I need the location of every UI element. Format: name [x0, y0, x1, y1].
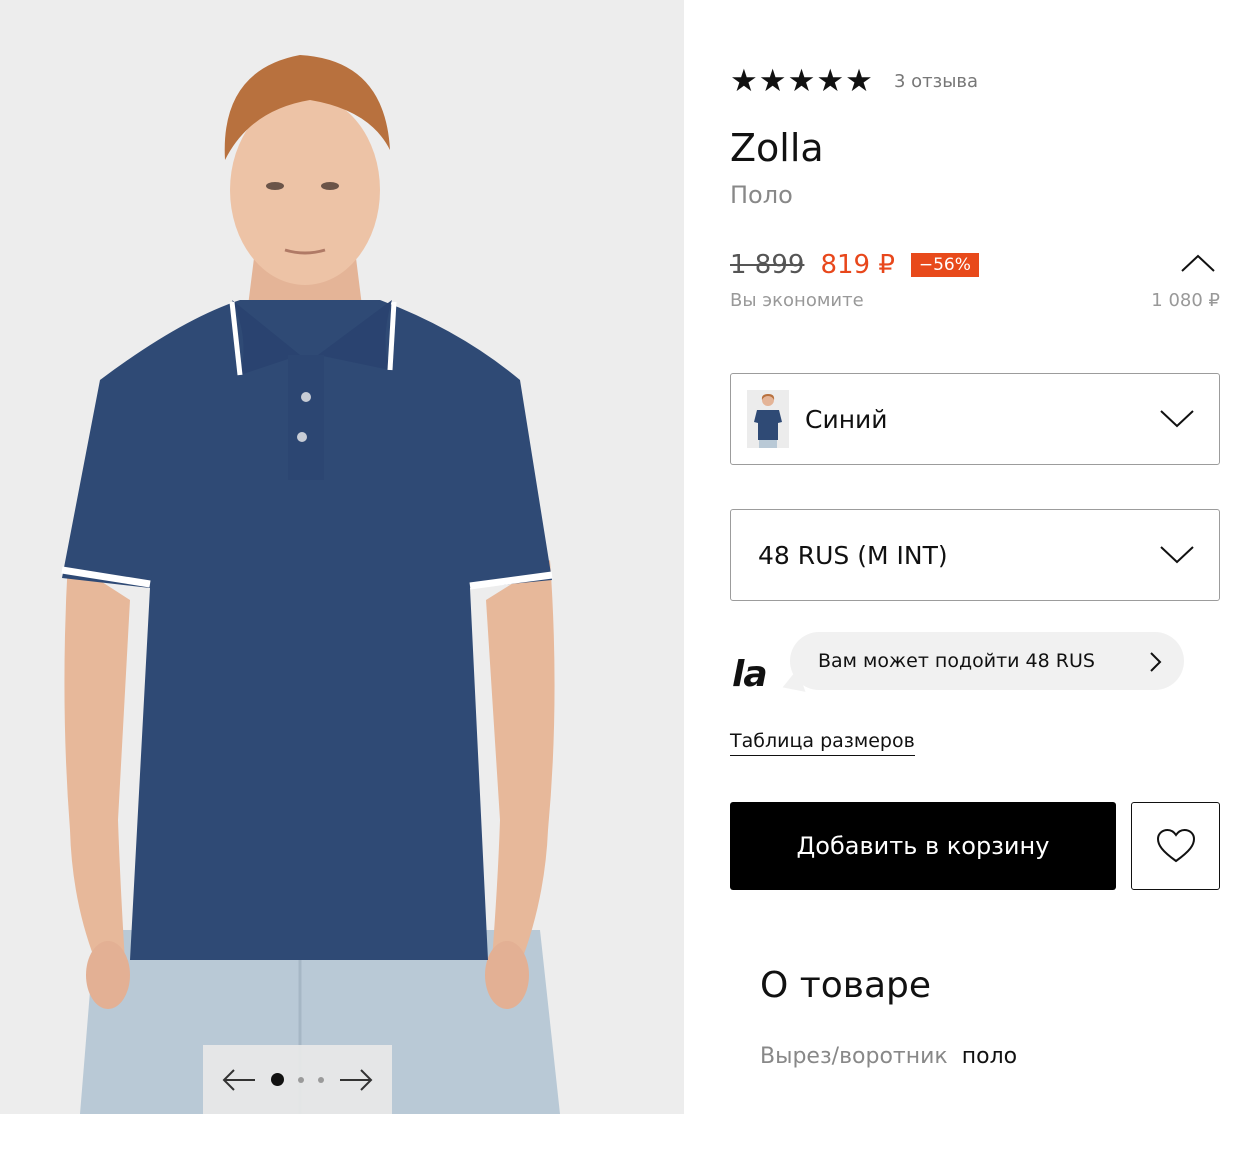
old-price: 1 899	[730, 250, 805, 280]
attribute-value: поло	[961, 1044, 1018, 1069]
product-category: Поло	[730, 181, 793, 209]
chevron-down-icon	[1160, 410, 1194, 428]
heart-icon	[1156, 828, 1195, 863]
price-row: 1 899 819 ₽ −56%	[730, 250, 979, 280]
size-suggestion-bubble[interactable]: Вам может подойти 48 RUS	[790, 632, 1184, 690]
chevron-up-icon[interactable]	[1180, 253, 1216, 273]
gallery-navigation	[203, 1045, 392, 1114]
chevron-right-icon	[1150, 652, 1162, 672]
savings-label: Вы экономите	[730, 290, 864, 311]
add-to-cart-button[interactable]: Добавить в корзину	[730, 802, 1116, 890]
fit-logo: la	[732, 654, 768, 695]
gallery-dot[interactable]	[298, 1076, 304, 1083]
color-select[interactable]: Синий	[730, 373, 1220, 465]
size-table-link[interactable]: Таблица размеров	[730, 730, 915, 756]
attribute-row: Вырез/воротник поло	[760, 1044, 1017, 1069]
brand-name[interactable]: Zolla	[730, 126, 824, 170]
product-photo[interactable]	[0, 0, 684, 1114]
rating: ★★★★★ 3 отзыва	[730, 66, 978, 97]
color-thumbnail	[747, 390, 789, 448]
arrow-right-icon[interactable]	[338, 1065, 374, 1095]
attribute-label: Вырез/воротник	[760, 1044, 948, 1069]
gallery-dot-active[interactable]	[271, 1073, 284, 1086]
about-title: О товаре	[760, 965, 932, 1006]
wishlist-button[interactable]	[1131, 802, 1220, 890]
color-select-value: Синий	[805, 404, 888, 434]
size-suggestion-text: Вам может подойти 48 RUS	[818, 650, 1095, 672]
discount-badge: −56%	[910, 253, 979, 277]
product-gallery	[0, 0, 684, 1114]
chevron-down-icon	[1160, 546, 1194, 564]
reviews-link[interactable]: 3 отзыва	[894, 71, 978, 92]
new-price: 819 ₽	[820, 250, 895, 280]
savings-value: 1 080 ₽	[1151, 290, 1220, 311]
size-select[interactable]: 48 RUS (M INT)	[730, 509, 1220, 601]
star-rating-icon: ★★★★★	[730, 63, 874, 99]
arrow-left-icon[interactable]	[221, 1065, 257, 1095]
size-select-value: 48 RUS (M INT)	[758, 540, 948, 570]
gallery-dot[interactable]	[318, 1076, 324, 1083]
